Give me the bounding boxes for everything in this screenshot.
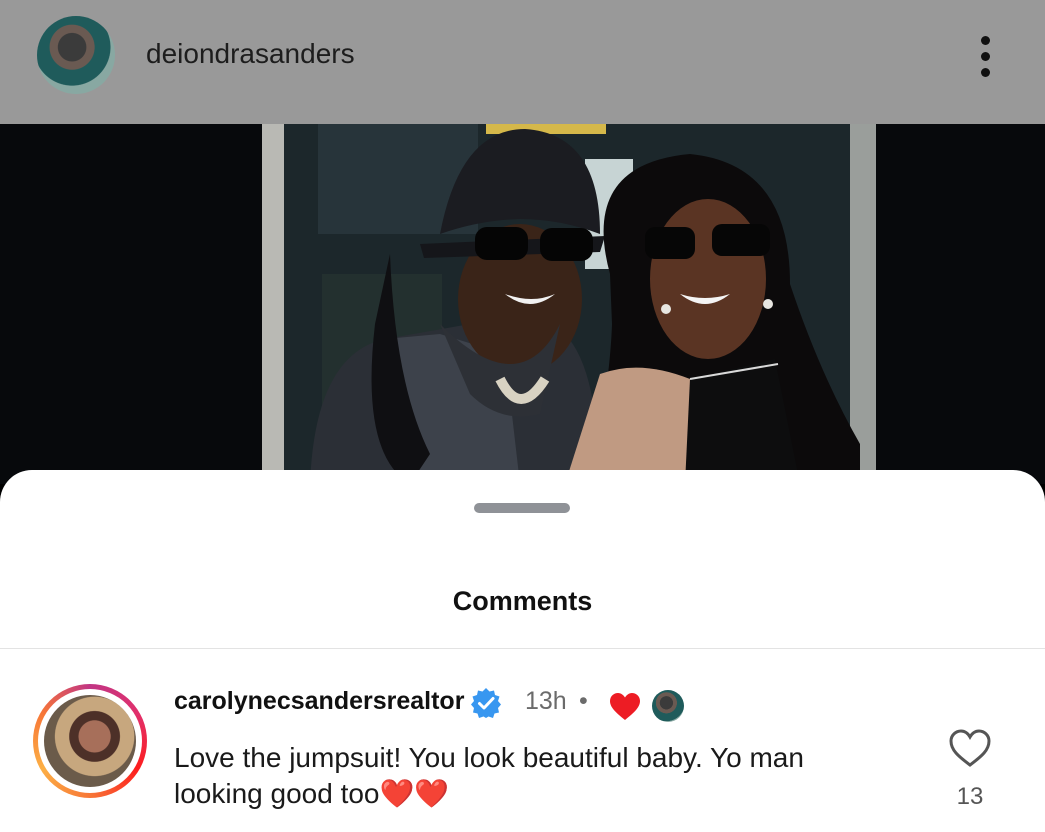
- author-username[interactable]: deiondrasanders: [146, 38, 355, 70]
- author-avatar[interactable]: [37, 16, 115, 94]
- post-photo: [0, 124, 1045, 484]
- separator-dot: •: [579, 687, 588, 715]
- author-liked-heart-icon: [610, 693, 640, 720]
- photo-illustration: [0, 124, 1045, 484]
- comments-sheet: Comments carolynecsandersrealtor 13h • L…: [0, 470, 1045, 832]
- post-header: deiondrasanders: [0, 0, 1045, 124]
- sheet-title: Comments: [452, 586, 593, 616]
- commenter-avatar[interactable]: [33, 684, 147, 798]
- author-liked-avatar: [652, 690, 684, 722]
- verified-badge-icon: [471, 688, 501, 718]
- comment-time: 13h: [525, 687, 567, 715]
- sheet-drag-handle[interactable]: [474, 503, 570, 513]
- divider: [0, 648, 1045, 649]
- comment-text: Love the jumpsuit! You look beautiful ba…: [174, 742, 804, 809]
- like-count: 13: [956, 783, 984, 810]
- more-vertical-icon[interactable]: [976, 34, 996, 80]
- heart-outline-icon[interactable]: [948, 728, 992, 768]
- commenter-username[interactable]: carolynecsandersrealtor: [174, 687, 464, 716]
